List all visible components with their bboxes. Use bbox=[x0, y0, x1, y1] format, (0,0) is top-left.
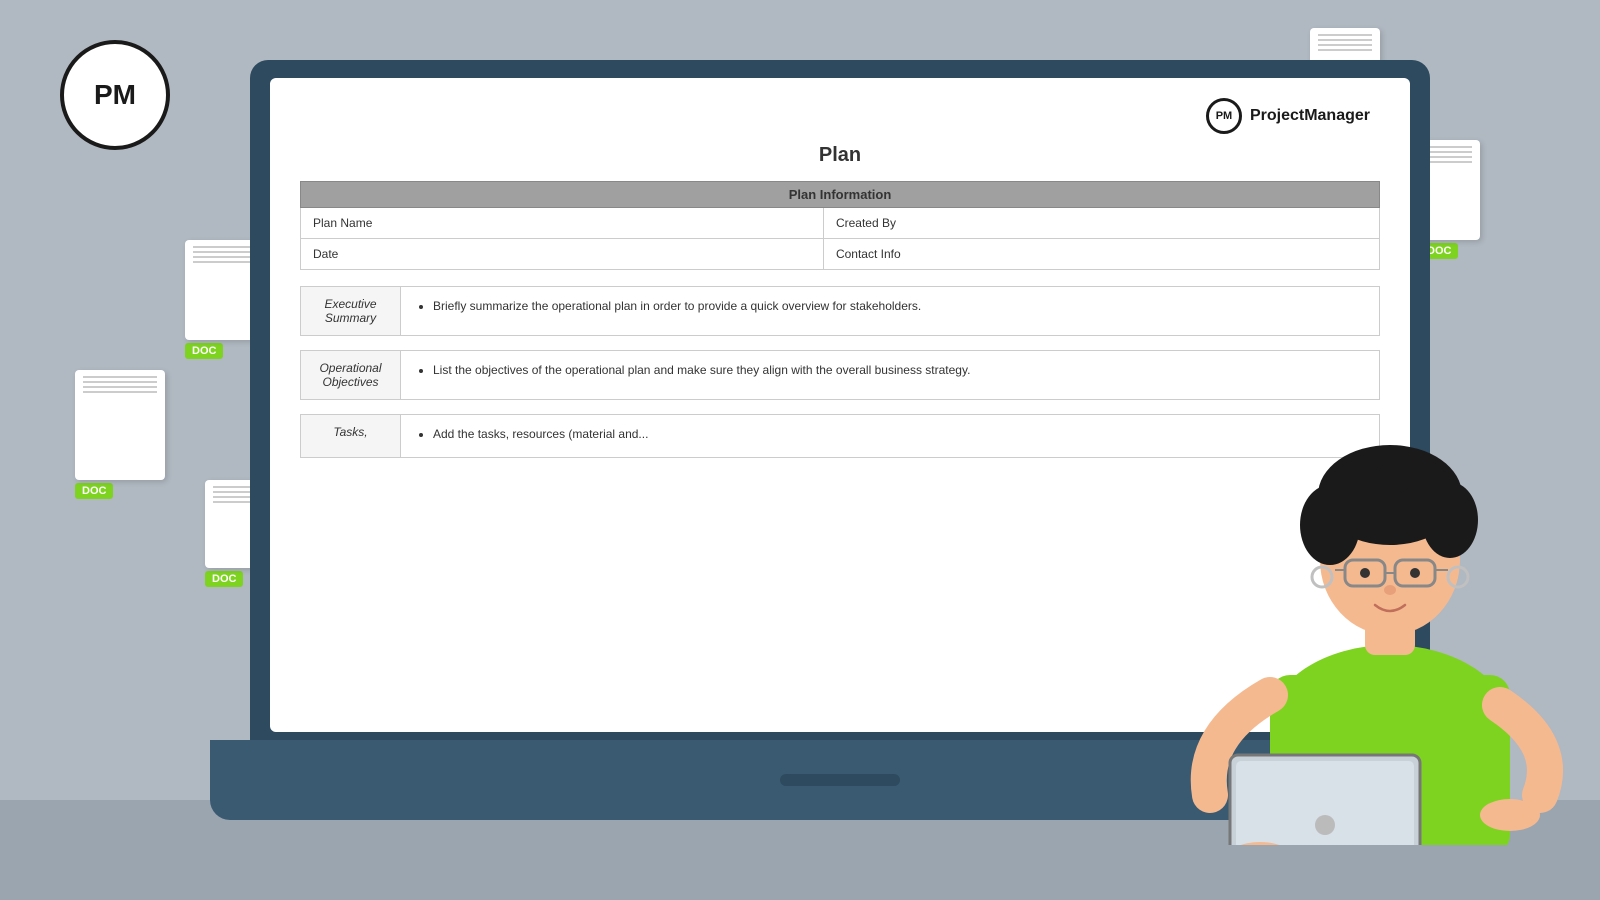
brand-circle: PM bbox=[1206, 98, 1242, 134]
pm-logo: PM bbox=[60, 40, 170, 150]
doc-float-4: DOC bbox=[75, 370, 165, 499]
plan-info-table: Plan Information Plan Name Created By Da… bbox=[300, 181, 1380, 270]
doc-header: PM ProjectManager bbox=[300, 98, 1380, 134]
brand-name: ProjectManager bbox=[1250, 107, 1370, 125]
plan-info-row1: Plan Name Created By bbox=[301, 208, 1380, 239]
date-label: Date bbox=[301, 239, 824, 270]
tasks-label: Tasks, bbox=[301, 415, 401, 458]
doc-paper-4 bbox=[75, 370, 165, 480]
operational-objectives-label: Operational Objectives bbox=[301, 351, 401, 400]
doc-badge-5: DOC bbox=[205, 571, 243, 587]
document-title: Plan bbox=[300, 144, 1380, 167]
doc-badge-3: DOC bbox=[185, 343, 223, 359]
created-by-label: Created By bbox=[823, 208, 1379, 239]
doc-badge-4: DOC bbox=[75, 483, 113, 499]
person-illustration bbox=[1180, 305, 1600, 845]
contact-info-label: Contact Info bbox=[823, 239, 1379, 270]
plan-name-label: Plan Name bbox=[301, 208, 824, 239]
laptop-hinge bbox=[780, 774, 900, 786]
plan-info-header: Plan Information bbox=[301, 182, 1380, 208]
executive-summary-label: Executive Summary bbox=[301, 287, 401, 336]
plan-info-header-row: Plan Information bbox=[301, 182, 1380, 208]
plan-info-row2: Date Contact Info bbox=[301, 239, 1380, 270]
pm-brand: PM ProjectManager bbox=[1206, 98, 1370, 134]
